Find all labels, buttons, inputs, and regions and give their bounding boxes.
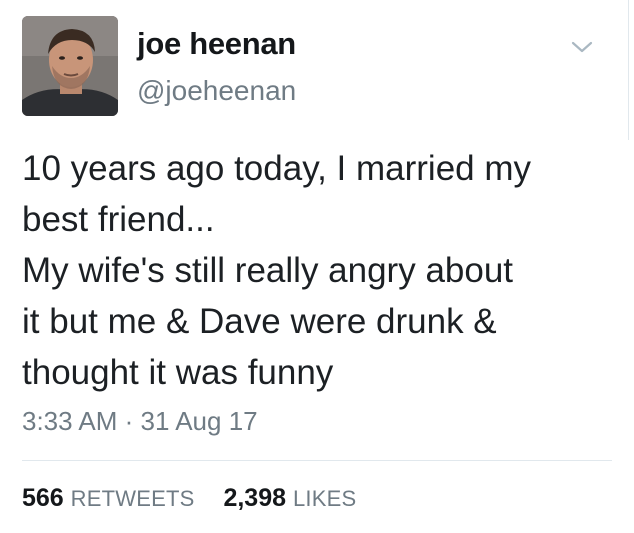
divider xyxy=(22,460,612,461)
tweet-text-line: it but me & Dave were drunk & xyxy=(22,302,497,341)
tweet-stats: 566 RETWEETS 2,398 LIKES xyxy=(22,484,378,513)
scrollbar-edge xyxy=(628,0,634,140)
tweet-text-line: 10 years ago today, I married my xyxy=(22,149,532,188)
avatar[interactable] xyxy=(22,16,118,116)
author-handle[interactable]: @joeheenan xyxy=(137,75,296,107)
tweet-text-line: My wife's still really angry about xyxy=(22,251,514,290)
retweets-label: RETWEETS xyxy=(70,486,195,511)
likes-count: 2,398 xyxy=(223,484,287,512)
chevron-down-icon[interactable] xyxy=(570,38,594,56)
avatar-photo xyxy=(22,16,118,116)
retweets-count: 566 xyxy=(22,484,64,512)
tweet-text: 10 years ago today, I married my best fr… xyxy=(22,143,602,398)
tweet-card: joe heenan @joeheenan 10 years ago today… xyxy=(0,0,634,533)
likes-stat[interactable]: 2,398 LIKES xyxy=(223,484,356,513)
tweet-text-line: best friend... xyxy=(22,200,215,239)
likes-label: LIKES xyxy=(292,486,357,511)
tweet-text-line: thought it was funny xyxy=(22,353,334,392)
tweet-timestamp[interactable]: 3:33 AM · 31 Aug 17 xyxy=(22,406,258,437)
author-display-name[interactable]: joe heenan xyxy=(137,26,296,62)
retweets-stat[interactable]: 566 RETWEETS xyxy=(22,484,195,513)
